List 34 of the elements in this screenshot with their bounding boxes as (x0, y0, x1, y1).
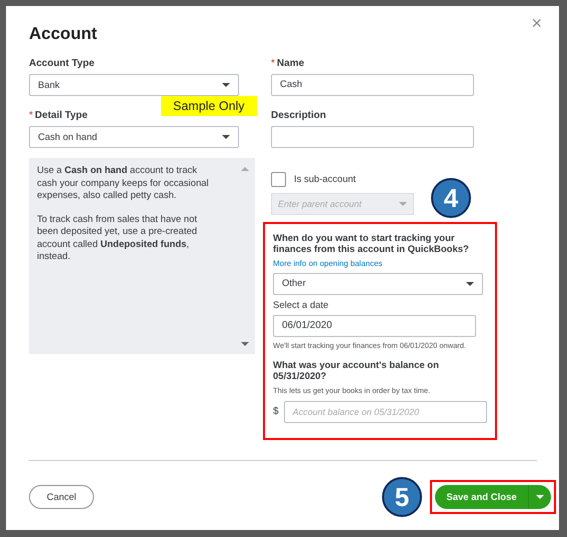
help-text: To track cash from sales that have not been deposited yet, use a pre-created account called Undeposited funds, instead. (37, 214, 198, 264)
description-field[interactable] (271, 126, 474, 148)
account-type-select[interactable]: Bank (29, 74, 239, 96)
required-marker: * (29, 110, 33, 122)
question-text: What was your account's balance on 05/31/2020? (273, 360, 440, 383)
caret-icon (536, 495, 544, 499)
caret-icon (466, 282, 474, 286)
field-label: Account Type (29, 58, 94, 70)
checkbox-label: Is sub-account (294, 174, 356, 185)
close-button[interactable]: × (531, 14, 542, 32)
caret-icon (222, 135, 230, 139)
date-field[interactable]: 06/01/2020 (273, 314, 476, 337)
required-marker: * (271, 58, 275, 70)
scroll-down-icon[interactable] (241, 342, 249, 346)
field-label: Select a date (273, 300, 330, 311)
info-link[interactable]: More info on opening balances (273, 258, 487, 268)
name-field[interactable]: Cash (271, 74, 474, 96)
checkbox[interactable] (271, 172, 286, 187)
step-badge: 5 (382, 477, 422, 517)
start-option-select[interactable]: Other (273, 272, 483, 295)
cancel-button[interactable]: Cancel (29, 485, 94, 509)
step-badge: 4 (431, 178, 471, 218)
detail-type-select[interactable]: Cash on hand (29, 126, 239, 148)
scroll-up-icon[interactable] (241, 167, 249, 171)
dialog-title: Account (29, 24, 97, 44)
currency-symbol: $ (273, 406, 279, 418)
sample-note: Sample Only (161, 96, 257, 116)
field-label: Name (276, 58, 304, 70)
field-label: Description (271, 110, 326, 122)
field-label: Detail Type (34, 110, 88, 122)
question-text: When do you want to start tracking your finances from this account in QuickBooks? (273, 232, 470, 256)
caret-icon (399, 202, 407, 206)
caret-icon (222, 83, 230, 87)
help-text: Use a Cash on hand account to track cash your company keeps for occasional expenses, also called petty cash. (37, 165, 210, 202)
